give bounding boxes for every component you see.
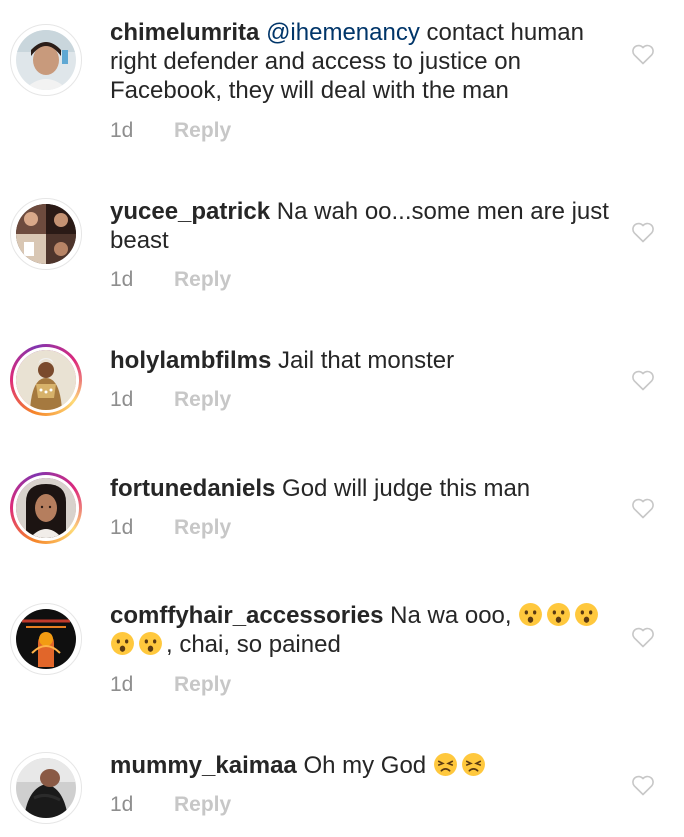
comment-text: comffyhair_accessories Na wa ooo, , chai… xyxy=(110,601,615,659)
avatar[interactable] xyxy=(10,344,82,416)
reply-button[interactable]: Reply xyxy=(174,119,231,142)
comment-timestamp: 1d xyxy=(110,673,134,696)
comment-meta: 1d Reply xyxy=(110,387,231,413)
comment-username[interactable]: fortunedaniels xyxy=(110,475,275,502)
heart-outline-icon[interactable] xyxy=(631,43,655,65)
comment-body: Na wa ooo, xyxy=(383,602,519,629)
hushed-face-emoji xyxy=(138,631,163,656)
heart-outline-icon[interactable] xyxy=(631,626,655,648)
reply-button[interactable]: Reply xyxy=(174,388,231,411)
comment-meta: 1d Reply xyxy=(110,118,231,144)
heart-outline-icon[interactable] xyxy=(631,774,655,796)
comment-username[interactable]: chimelumrita xyxy=(110,19,259,46)
heart-outline-icon[interactable] xyxy=(631,369,655,391)
comment-text: mummy_kaimaa Oh my God xyxy=(110,751,615,780)
comment-mention[interactable]: @ihemenancy xyxy=(266,19,420,46)
comment-text: yucee_patrick Na wah oo...some men are j… xyxy=(110,197,615,255)
comment-body-continued: , chai, so pained xyxy=(166,631,341,658)
comment-meta: 1d Reply xyxy=(110,267,231,293)
comment-timestamp: 1d xyxy=(110,516,134,539)
comment-timestamp: 1d xyxy=(110,793,134,816)
reply-button[interactable]: Reply xyxy=(174,793,231,816)
reply-button[interactable]: Reply xyxy=(174,268,231,291)
comment-meta: 1d Reply xyxy=(110,672,231,698)
reply-button[interactable]: Reply xyxy=(174,673,231,696)
comment-text: fortunedaniels God will judge this man xyxy=(110,474,615,503)
comment-username[interactable]: mummy_kaimaa xyxy=(110,752,297,779)
avatar[interactable] xyxy=(10,24,82,96)
hushed-face-emoji xyxy=(518,602,543,627)
avatar[interactable] xyxy=(10,472,82,544)
comment-body: God will judge this man xyxy=(275,475,531,502)
comment-username[interactable]: comffyhair_accessories xyxy=(110,602,384,629)
comment-body: Jail that monster xyxy=(271,347,455,374)
hushed-face-emoji xyxy=(110,631,135,656)
persevering-face-emoji xyxy=(433,752,458,777)
comment-username[interactable]: holylambfilms xyxy=(110,347,271,374)
comment-text: holylambfilms Jail that monster xyxy=(110,346,615,375)
persevering-face-emoji xyxy=(461,752,486,777)
comment-timestamp: 1d xyxy=(110,119,134,142)
comment-body: Oh my God xyxy=(296,752,433,779)
comment-username[interactable]: yucee_patrick xyxy=(110,198,270,225)
reply-button[interactable]: Reply xyxy=(174,516,231,539)
hushed-face-emoji xyxy=(574,602,599,627)
comment-meta: 1d Reply xyxy=(110,515,231,541)
comment-timestamp: 1d xyxy=(110,268,134,291)
heart-outline-icon[interactable] xyxy=(631,497,655,519)
heart-outline-icon[interactable] xyxy=(631,221,655,243)
comment-timestamp: 1d xyxy=(110,388,134,411)
avatar[interactable] xyxy=(10,752,82,824)
avatar[interactable] xyxy=(10,198,82,270)
avatar[interactable] xyxy=(10,603,82,675)
hushed-face-emoji xyxy=(546,602,571,627)
comment-text: chimelumrita @ihemenancy contact human r… xyxy=(110,18,615,105)
comment-meta: 1d Reply xyxy=(110,792,231,818)
